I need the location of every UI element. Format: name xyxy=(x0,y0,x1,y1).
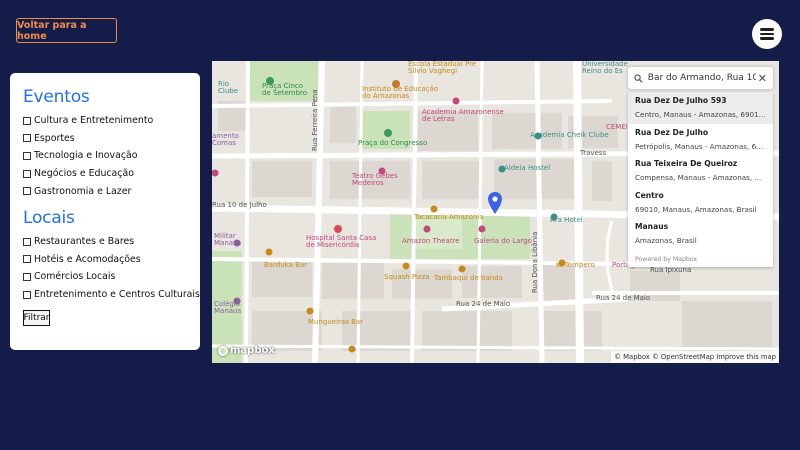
filter-option-cultura[interactable]: Cultura e Entretenimento xyxy=(23,112,200,130)
filter-option-gastronomia[interactable]: Gastronomia e Lazer xyxy=(23,182,200,200)
map-label: Aldeia Hostel xyxy=(504,164,551,172)
filter-option-label: Entretenimento e Centros Culturais xyxy=(34,289,200,301)
street-label: Rua 24 de Maio xyxy=(456,300,511,308)
street-label: Rua Ferreira Pena xyxy=(311,89,319,151)
checkbox[interactable] xyxy=(23,116,31,125)
map-label: Instituto de Educação do Amazonas xyxy=(362,85,439,100)
location-pin-icon[interactable] xyxy=(488,192,502,214)
filter-option-label: Esportes xyxy=(34,132,75,144)
map-search-input[interactable] xyxy=(647,73,756,83)
map-label: Teatro Gebes Medeiros xyxy=(352,172,398,187)
filter-option-label: Restaurantes e Bares xyxy=(34,236,135,248)
map-label: Ara Hotel xyxy=(550,216,583,224)
map-label: Academia Amazonense de Letras xyxy=(422,108,504,123)
result-title: Manaus xyxy=(635,222,669,231)
filter-option-entretenimento[interactable]: Entretenimento e Centros Culturais xyxy=(23,286,200,304)
filter-option-label: Comércios Locais xyxy=(34,271,116,283)
filter-option-tecnologia[interactable]: Tecnologia e Inovação xyxy=(23,147,200,165)
map-label: Tacacaria Amazonia xyxy=(414,213,484,221)
map-label: Mungueiras Bar xyxy=(308,318,364,326)
checkbox[interactable] xyxy=(23,134,31,143)
checkbox[interactable] xyxy=(23,290,31,299)
map-label: amento Comas xyxy=(212,132,239,147)
street-label: Rua 24 de Maio xyxy=(596,294,651,302)
map-label: Tambaqui de banda xyxy=(434,274,503,282)
map-label: Escola Estadual Pre Silvio Vaghegi xyxy=(408,61,477,75)
result-title: Rua Dez De Julho 593 xyxy=(635,96,727,105)
filter-option-hoteis[interactable]: Hotéis e Acomodações xyxy=(23,251,200,269)
mapbox-logo[interactable]: mapbox xyxy=(218,345,275,356)
filter-option-label: Gastronomia e Lazer xyxy=(34,185,132,197)
result-subtitle: Compensa, Manaus - Amazonas, ... xyxy=(635,173,762,182)
map-label: Rio Clube xyxy=(218,80,239,95)
street-label: Rua 10 de Julho xyxy=(212,201,267,209)
map-search-box[interactable]: ✕ xyxy=(628,67,773,89)
map-label: Galeria do Largo xyxy=(474,237,532,245)
street-label: Rua Dona Libânia xyxy=(531,231,539,293)
search-icon xyxy=(634,73,643,83)
result-subtitle: 69010, Manaus, Amazonas, Brasil xyxy=(635,204,757,214)
search-result-item[interactable]: Manaus Amazonas, Brasil xyxy=(628,218,773,250)
map-label: CEMEI xyxy=(606,123,628,131)
result-title: Centro xyxy=(635,190,664,200)
map-label: Squash Pizza xyxy=(384,273,430,281)
hamburger-menu-button[interactable] xyxy=(752,19,782,49)
filter-button[interactable]: Filtrar xyxy=(23,310,50,327)
mapbox-logo-text: mapbox xyxy=(230,345,275,356)
checkbox[interactable] xyxy=(23,272,31,281)
map-label: Hospital Santa Casa de Misericórdia xyxy=(306,234,377,249)
filter-option-label: Negócios e Educação xyxy=(34,168,134,180)
map-label: Militar Manaus xyxy=(214,232,242,247)
events-title: Eventos xyxy=(23,87,90,107)
filter-option-negocios[interactable]: Negócios e Educação xyxy=(23,165,200,183)
mapbox-logo-icon xyxy=(218,345,228,356)
map-label: Barduka Bar xyxy=(264,261,308,269)
result-subtitle: Centro, Manaus - Amazonas, 6901... xyxy=(635,110,766,119)
hamburger-menu-icon xyxy=(760,28,774,40)
checkbox[interactable] xyxy=(23,151,31,160)
map-attribution[interactable]: © Mapbox © OpenStreetMap Improve this ma… xyxy=(611,351,779,363)
powered-by-label: Powered by Mapbox xyxy=(635,255,698,263)
filter-option-comercios[interactable]: Comércios Locais xyxy=(23,268,200,286)
filter-panel: Eventos Cultura e Entretenimento Esporte… xyxy=(10,73,200,350)
search-result-item[interactable]: Centro 69010, Manaus, Amazonas, Brasil xyxy=(628,187,773,219)
result-title: Rua Dez De Julho xyxy=(635,127,709,137)
result-title: Rua Teixeira De Queiroz xyxy=(635,159,738,168)
search-results-list: Rua Dez De Julho 593 Centro, Manaus - Am… xyxy=(628,92,773,267)
checkbox[interactable] xyxy=(23,255,31,264)
result-subtitle: Petrópolis, Manaus - Amazonas, 6... xyxy=(635,141,764,151)
map-label: Praça Cinco de Setembro xyxy=(262,82,308,97)
filter-option-label: Tecnologia e Inovação xyxy=(34,150,138,162)
result-subtitle: Amazonas, Brasil xyxy=(635,236,697,245)
search-result-item[interactable]: Rua Dez De Julho Petrópolis, Manaus - Am… xyxy=(628,124,773,156)
map-label: Universidade Reino do Es xyxy=(582,61,628,75)
search-result-item[interactable]: Rua Dez De Julho 593 Centro, Manaus - Am… xyxy=(628,92,773,124)
home-button[interactable]: Voltar para a home xyxy=(16,18,117,43)
places-title: Locais xyxy=(23,207,75,228)
checkbox[interactable] xyxy=(23,187,31,196)
map-label: Academia Cheik Clube xyxy=(530,131,609,139)
filter-option-restaurantes[interactable]: Restaurantes e Bares xyxy=(23,233,200,251)
map-view[interactable]: Praça Cinco de Setembro Instituto de Educ… xyxy=(212,61,779,363)
street-label: Travess xyxy=(580,149,607,157)
filter-option-esportes[interactable]: Esportes xyxy=(23,130,200,148)
close-icon[interactable]: ✕ xyxy=(758,72,767,85)
map-label: Praça do Congresso xyxy=(358,139,428,147)
map-label: Ki Tempero xyxy=(556,261,595,269)
checkbox[interactable] xyxy=(23,169,31,178)
street-label: Rua Ipixuna xyxy=(650,266,692,274)
filter-option-label: Hotéis e Acomodações xyxy=(34,253,141,265)
search-result-item[interactable]: Rua Teixeira De Queiroz Compensa, Manaus… xyxy=(628,155,773,187)
map-label: Amazon Theatre xyxy=(402,237,460,245)
map-label: Colégio Manaus xyxy=(214,300,242,315)
filter-option-label: Cultura e Entretenimento xyxy=(34,115,154,127)
checkbox[interactable] xyxy=(23,237,31,246)
